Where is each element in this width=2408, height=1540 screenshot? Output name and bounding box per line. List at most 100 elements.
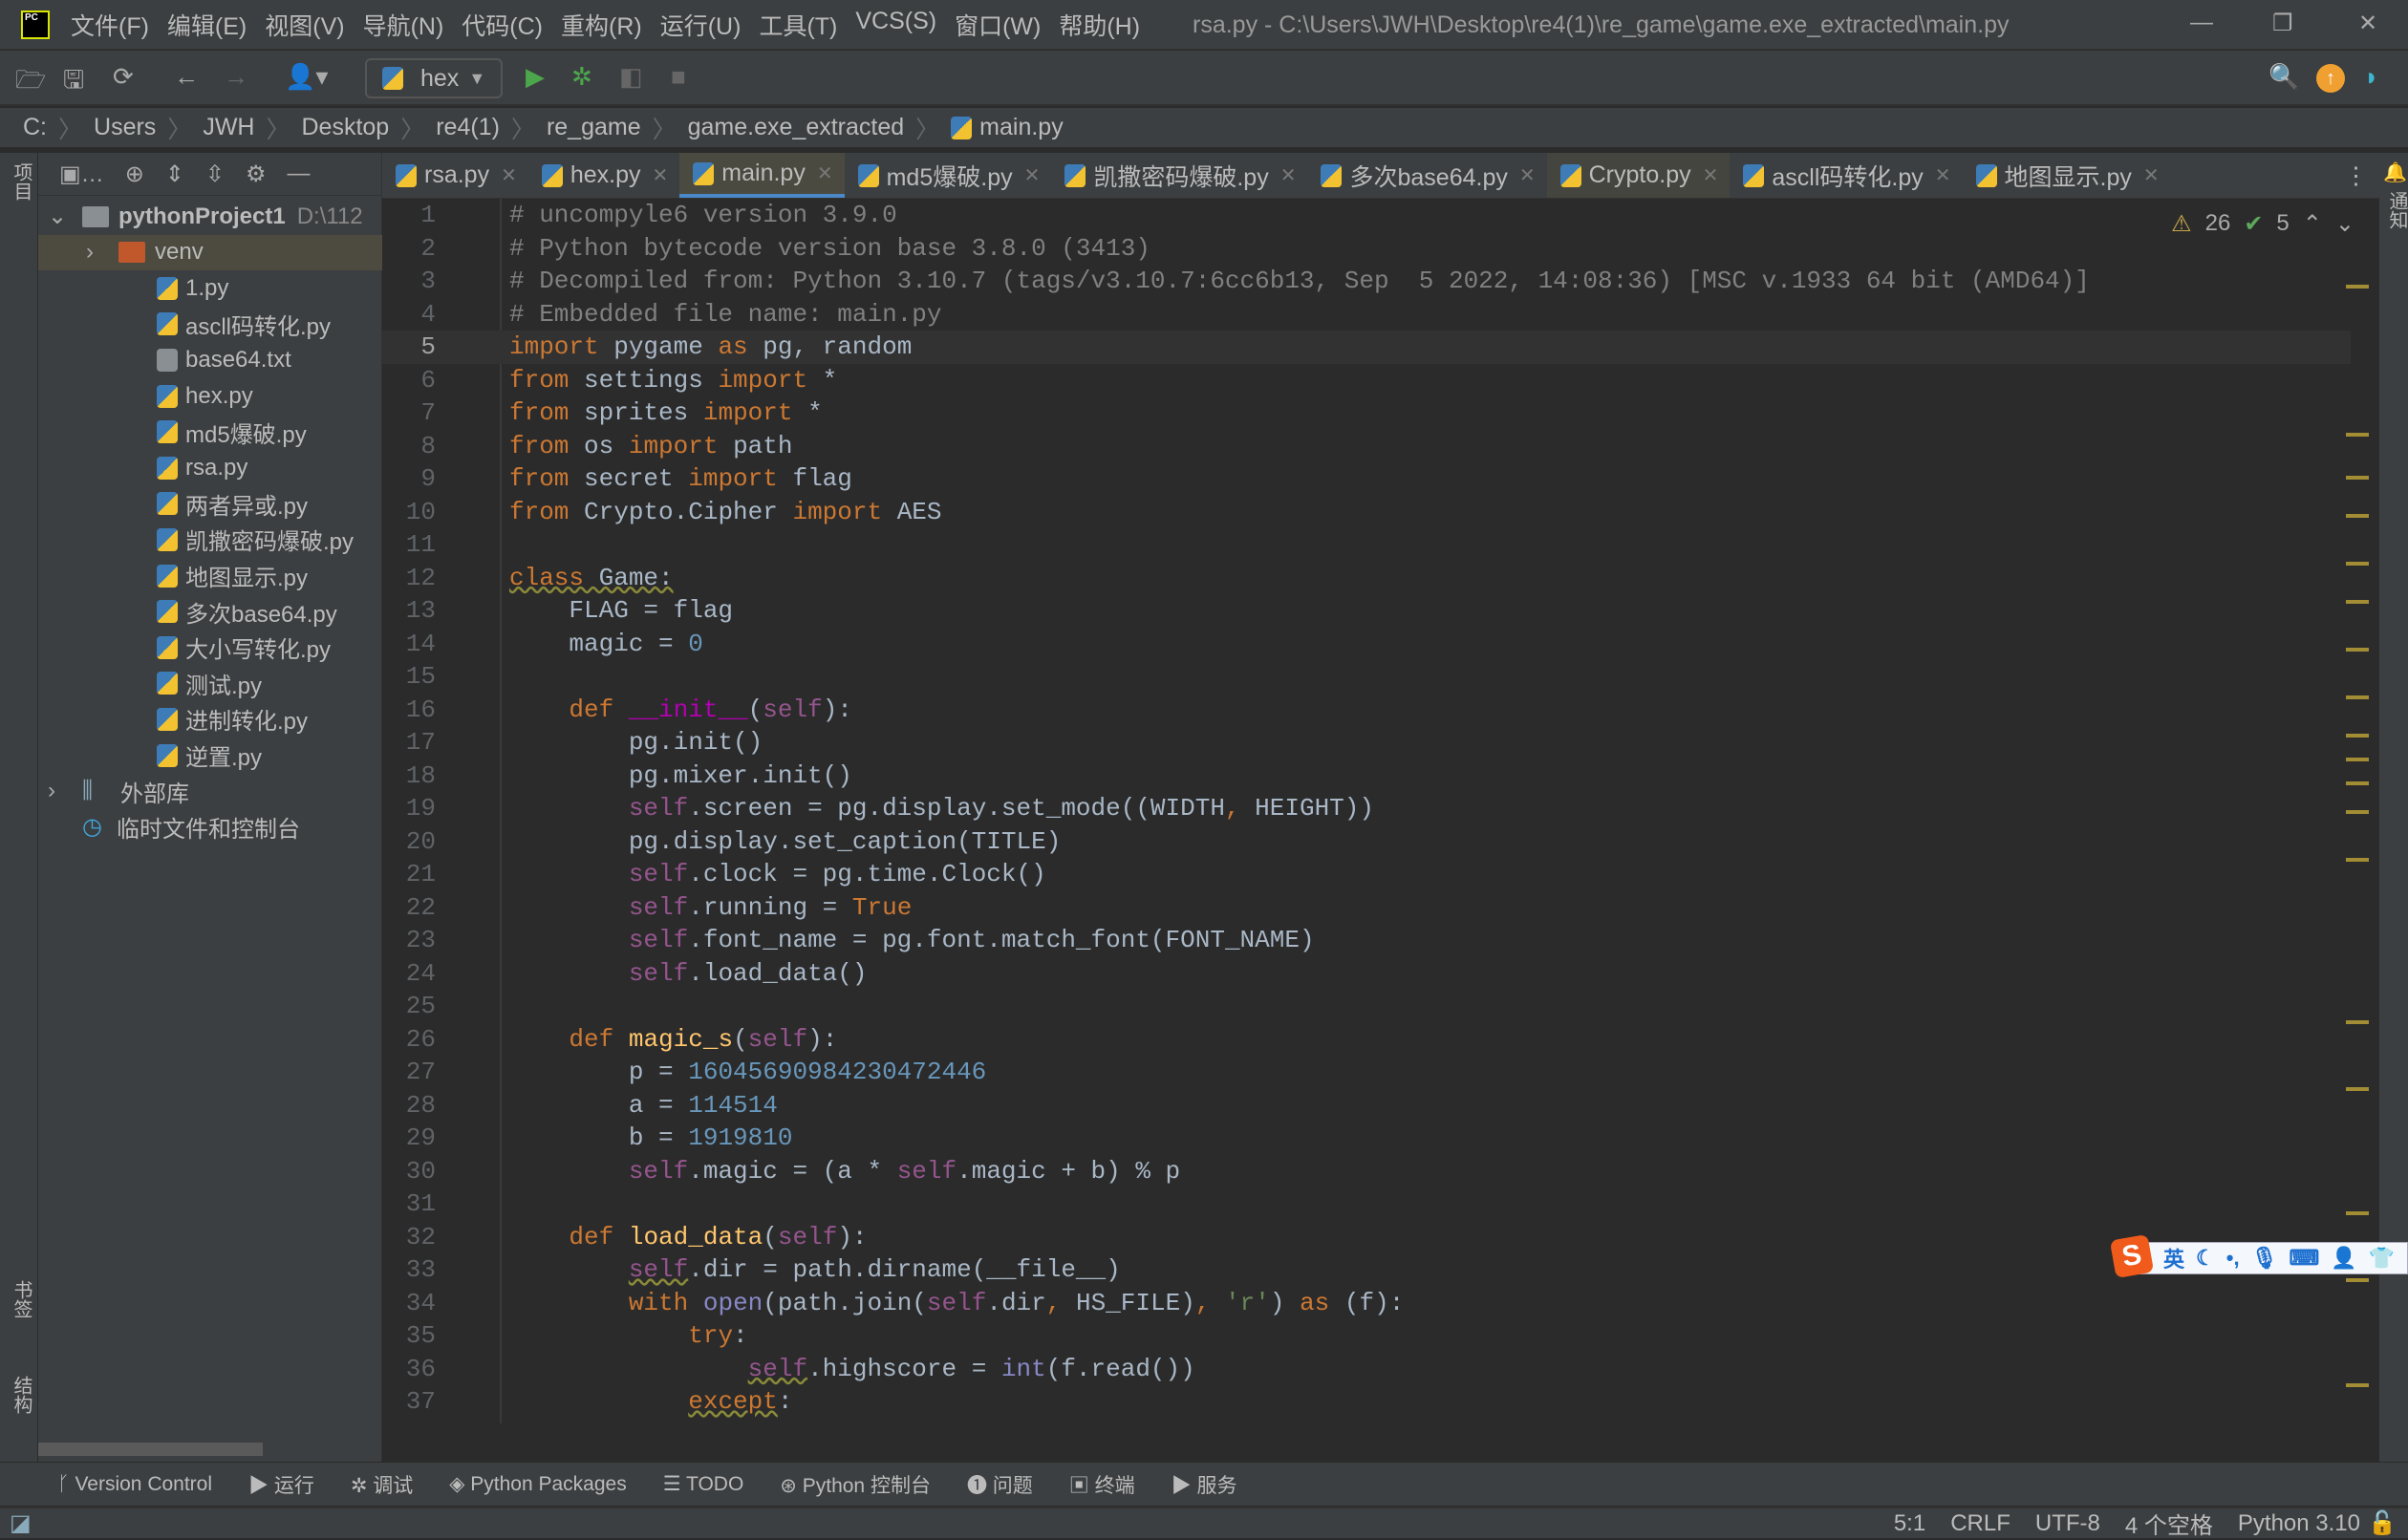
notifications-tool-button[interactable]: 通知 (2383, 191, 2408, 229)
tab-凯撒密码爆破.py[interactable]: 凯撒密码爆破.py ✕ (1051, 153, 1307, 198)
error-stripe-mark[interactable] (2346, 562, 2369, 566)
error-stripe-mark[interactable] (2346, 514, 2369, 518)
close-tab-icon[interactable]: ✕ (1935, 163, 1951, 187)
inspection-widget[interactable]: ⚠ 26 ✔ 5 ⌃ ⌄ (2171, 210, 2354, 238)
error-stripe-mark[interactable] (2346, 433, 2369, 437)
error-stripe-mark[interactable] (2346, 1278, 2369, 1282)
tree-item[interactable]: md5爆破.py (38, 415, 382, 450)
breadcrumb-item[interactable]: Users (94, 114, 156, 141)
tree-external-libraries[interactable]: › ⫼ 外部库 (38, 774, 382, 809)
tree-item[interactable]: rsa.py (38, 450, 382, 485)
tree-item[interactable]: hex.py (38, 378, 382, 414)
tool-window-todo[interactable]: ☰ TODO (663, 1472, 744, 1496)
prev-highlight-icon[interactable]: ⌃ (2303, 210, 2322, 238)
tool-window-debug[interactable]: ✲ 调试 (351, 1470, 413, 1499)
locate-icon[interactable]: ⊕ (125, 160, 144, 188)
minimize-button[interactable]: — (2190, 10, 2213, 36)
menu-item[interactable]: 帮助(H) (1059, 8, 1140, 42)
tab-地图显示.py[interactable]: 地图显示.py ✕ (1963, 153, 2171, 198)
ime-mode[interactable]: 英 (2163, 1243, 2184, 1273)
caret-position[interactable]: 5:1 (1894, 1510, 1925, 1537)
gear-icon[interactable]: ⚙ (246, 160, 267, 188)
code-editor[interactable]: 1 # uncompyle6 version 3.9.0 2 # Python byt… (382, 199, 2379, 1423)
tab-多次base64.py[interactable]: 多次base64.py ✕ (1307, 153, 1546, 198)
menu-item[interactable]: 窗口(W) (955, 8, 1041, 42)
close-tab-icon[interactable]: ✕ (653, 163, 669, 187)
tab-ascll码转化.py[interactable]: ascll码转化.py ✕ (1730, 153, 1962, 198)
restore-button[interactable]: ❐ (2272, 10, 2293, 37)
tree-item[interactable]: › venv (38, 234, 382, 270)
update-icon[interactable]: ↑ (2316, 64, 2345, 93)
tree-item[interactable]: 测试.py (38, 666, 382, 701)
tree-item[interactable]: 1.py (38, 270, 382, 306)
breadcrumb-item[interactable]: main.py (979, 114, 1064, 141)
more-tabs-icon[interactable]: ⋮ (2331, 153, 2379, 198)
sync-icon[interactable]: ⟳ (113, 62, 134, 92)
punctuation-icon[interactable]: •, (2226, 1246, 2240, 1271)
menu-item[interactable]: 文件(F) (71, 8, 149, 42)
moon-icon[interactable]: ☾ (2196, 1246, 2215, 1271)
breadcrumb-item[interactable]: re4(1) (436, 114, 500, 141)
structure-tool-button[interactable]: 结构 (8, 1376, 35, 1414)
tree-scratches[interactable]: ◷ 临时文件和控制台 (38, 809, 382, 845)
collapse-all-icon[interactable]: ⇳ (205, 160, 225, 188)
error-stripe-mark[interactable] (2346, 648, 2369, 652)
tree-item[interactable]: 逆置.py (38, 738, 382, 773)
back-icon[interactable]: ← (174, 62, 199, 92)
bookmarks-tool-button[interactable]: 书签 (8, 1280, 35, 1318)
tool-window-run[interactable]: ▶ 运行 (248, 1470, 314, 1499)
debug-icon[interactable]: ✲ (571, 62, 592, 92)
tab-main.py[interactable]: main.py ✕ (679, 153, 845, 198)
breadcrumb-item[interactable]: Desktop (302, 114, 390, 141)
error-stripe-mark[interactable] (2346, 1383, 2369, 1387)
save-icon[interactable]: 🖫 (63, 62, 84, 104)
view-mode-icon[interactable]: ▣… (59, 160, 104, 188)
expand-all-icon[interactable]: ⇕ (165, 160, 184, 188)
line-separator[interactable]: CRLF (1950, 1510, 2010, 1537)
error-stripe-mark[interactable] (2346, 810, 2369, 814)
project-tool-button[interactable]: 项目 (8, 162, 35, 201)
tree-item[interactable]: 地图显示.py (38, 558, 382, 593)
breadcrumb-item[interactable]: JWH (203, 114, 254, 141)
hide-icon[interactable]: — (288, 160, 311, 187)
keyboard-icon[interactable]: ⌨ (2290, 1246, 2320, 1271)
tree-root[interactable]: ⌄ pythonProject1 D:\112 (38, 199, 382, 234)
tool-window-branch[interactable]: ᚴ Version Control (57, 1473, 212, 1496)
microphone-icon[interactable]: 🎙 (2251, 1246, 2278, 1271)
error-stripe-mark[interactable] (2346, 734, 2369, 738)
next-highlight-icon[interactable]: ⌄ (2335, 210, 2354, 238)
tool-window-packages[interactable]: ◈ Python Packages (449, 1472, 626, 1496)
bell-icon[interactable]: 🔔 (2383, 160, 2407, 184)
run-config-selector[interactable]: hex ▼ (365, 58, 503, 98)
tree-item[interactable]: ascll码转化.py (38, 307, 382, 342)
lock-icon[interactable]: 🔓 (2368, 1509, 2397, 1537)
close-tab-icon[interactable]: ✕ (2143, 163, 2160, 187)
tree-item[interactable]: base64.txt (38, 342, 382, 377)
tool-window-services[interactable]: ▶ 服务 (1172, 1470, 1237, 1499)
vcs-user-icon[interactable]: 👤▾ (285, 62, 328, 92)
error-stripe-mark[interactable] (2346, 758, 2369, 761)
user-icon[interactable]: 👤 (2331, 1246, 2356, 1271)
close-tab-icon[interactable]: ✕ (1703, 163, 1719, 187)
close-button[interactable]: ✕ (2358, 10, 2377, 37)
menu-item[interactable]: 重构(R) (561, 8, 642, 42)
skin-icon[interactable]: 👕 (2369, 1246, 2395, 1271)
interpreter[interactable]: Python 3.10 (2238, 1510, 2360, 1537)
forward-icon[interactable]: → (224, 62, 248, 92)
menu-item[interactable]: 运行(U) (660, 8, 742, 42)
open-folder-icon[interactable]: 🗁 (15, 62, 46, 104)
tool-window-terminal[interactable]: ▣ 终端 (1069, 1470, 1135, 1499)
close-tab-icon[interactable]: ✕ (501, 163, 517, 187)
error-stripe-mark[interactable] (2346, 695, 2369, 699)
error-stripe-mark[interactable] (2346, 858, 2369, 862)
tab-hex.py[interactable]: hex.py ✕ (528, 153, 679, 198)
search-icon[interactable]: 🔍 (2268, 62, 2299, 92)
close-tab-icon[interactable]: ✕ (1280, 163, 1297, 187)
file-encoding[interactable]: UTF-8 (2035, 1510, 2100, 1537)
tab-rsa.py[interactable]: rsa.py ✕ (382, 153, 528, 198)
close-tab-icon[interactable]: ✕ (1519, 163, 1536, 187)
tab-md5爆破.py[interactable]: md5爆破.py ✕ (845, 153, 1052, 198)
menu-item[interactable]: 代码(C) (462, 8, 543, 42)
tree-item[interactable]: 进制转化.py (38, 701, 382, 737)
menu-item[interactable]: VCS(S) (855, 8, 936, 42)
